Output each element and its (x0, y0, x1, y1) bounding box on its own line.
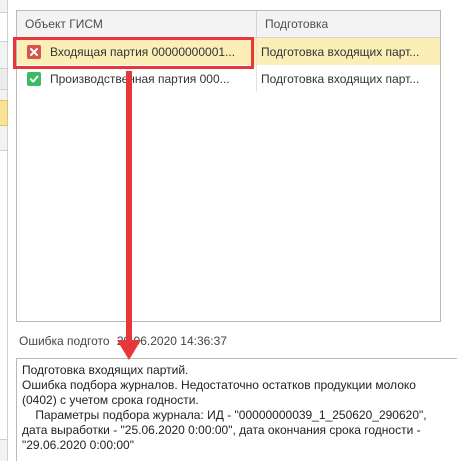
error-x-icon (27, 44, 41, 59)
message-line: Ошибка подбора журналов. Недостаточно ос… (22, 378, 420, 407)
column-header-object[interactable]: Объект ГИСМ (17, 11, 257, 37)
left-panel-item[interactable] (0, 68, 8, 90)
gism-window: Объект ГИСМ Подготовка Входящая партия 0… (0, 0, 457, 461)
message-line: Подготовка входящих партий. (22, 363, 189, 377)
left-panel-button[interactable] (0, 12, 8, 42)
status-line: Ошибка подгото 29.06.2020 14:36:37 (19, 334, 227, 348)
preparation-cell[interactable]: Подготовка входящих парт... (257, 38, 440, 65)
left-panel-edge (0, 0, 8, 461)
table-row[interactable]: Производственная партия 000... Подготовк… (17, 65, 440, 92)
column-header-preparation[interactable]: Подготовка (257, 11, 440, 37)
preparation-name: Подготовка входящих парт... (261, 44, 420, 59)
message-line: Параметры подбора журнала: ИД - "0000000… (22, 408, 430, 452)
object-name: Производственная партия 000... (50, 71, 230, 86)
status-timestamp: 29.06.2020 14:36:37 (116, 334, 227, 348)
table-header: Объект ГИСМ Подготовка (17, 11, 440, 38)
table-row[interactable]: Входящая партия 00000000001... Подготовк… (17, 38, 440, 65)
preparation-name: Подготовка входящих парт... (261, 71, 420, 86)
left-panel-selected-item[interactable] (0, 100, 8, 126)
object-name: Входящая партия 00000000001... (50, 44, 236, 59)
error-message-box[interactable]: Подготовка входящих партий. Ошибка подбо… (16, 358, 457, 461)
object-cell[interactable]: Производственная партия 000... (17, 65, 257, 92)
left-panel-list[interactable] (0, 150, 8, 440)
preparation-cell[interactable]: Подготовка входящих парт... (257, 65, 440, 92)
object-cell[interactable]: Входящая партия 00000000001... (17, 38, 257, 65)
gism-objects-table: Объект ГИСМ Подготовка Входящая партия 0… (16, 10, 441, 322)
check-icon (27, 71, 41, 86)
status-label: Ошибка подгото (19, 334, 110, 348)
